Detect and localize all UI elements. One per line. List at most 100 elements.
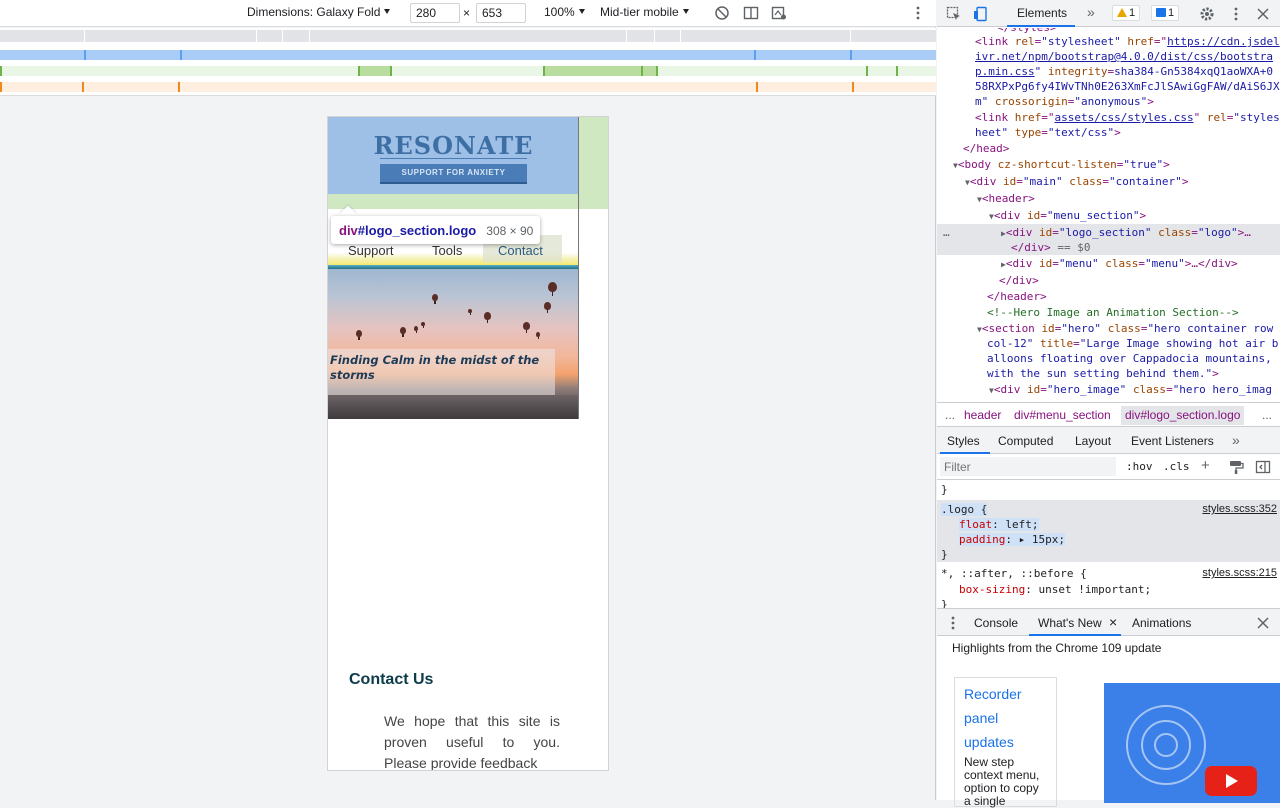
more-options-icon[interactable] [910,5,926,21]
breadcrumb-item[interactable]: div#menu_section [1014,408,1111,422]
more-tabs-chevron[interactable]: » [1232,432,1240,448]
dom-line-logo-section[interactable]: ▶<div id="logo_section" class="logo">… [1001,225,1251,241]
feature-card-description: New step context menu, option to copy a … [964,755,1040,808]
feature-card[interactable]: Recorder panel updates New step context … [954,677,1057,808]
height-input[interactable]: 653 [476,3,526,23]
dom-line: </div> == $0 [1011,241,1091,254]
dom-line-main[interactable]: ▼<div id="main" class="container"> [965,174,1188,190]
dom-line-head-close[interactable]: </head> [963,141,1009,156]
tooltip-tag: div [339,223,358,238]
close-devtools-icon[interactable] [1255,6,1271,22]
tab-computed[interactable]: Computed [998,434,1053,448]
settings-gear-icon[interactable] [1199,6,1215,22]
logo-section[interactable]: RESONATE SUPPORT FOR ANXIETY [328,117,579,209]
warnings-badge[interactable]: 1 [1112,5,1141,21]
dom-line-link-bootstrap[interactable]: <link rel="stylesheet" href="https://cdn… [975,34,1280,49]
breadcrumb-item-selected[interactable]: div#logo_section.logo [1121,406,1245,425]
dom-line-link-styles[interactable]: <link href="assets/css/styles.css" rel="… [975,110,1280,125]
breadcrumb-item[interactable]: header [964,408,1001,422]
hero-rocks [328,395,579,419]
decorative-ring [1154,733,1178,757]
menu-item-support[interactable]: Support [348,243,394,258]
tab-elements[interactable]: Elements [1017,6,1067,20]
breadcrumb-item[interactable]: ... [945,408,955,422]
messages-badge[interactable]: 1 [1151,5,1180,21]
dom-line-body[interactable]: ▼<body cz-shortcut-listen="true"> [953,157,1170,173]
media-query-row-gray[interactable] [0,30,936,42]
tab-styles[interactable]: Styles [947,434,980,448]
device-toolbar-icon[interactable] [973,6,989,22]
dom-line-hero-image[interactable]: ▼<div id="hero_image" class="hero hero_i… [989,382,1272,398]
inspect-element-icon[interactable] [946,6,962,22]
dom-line-menu-section[interactable]: ▼<div id="menu_section"> [989,208,1146,224]
logo-title: RESONATE [373,131,534,160]
youtube-play-icon[interactable] [1205,766,1257,796]
paint-roller-icon[interactable] [1228,459,1244,475]
rule-box-sizing-declaration[interactable]: box-sizing: unset !important; [959,582,1151,597]
whats-new-heading: Highlights from the Chrome 109 update [952,641,1162,655]
zoom-dropdown[interactable]: 100% [544,5,585,19]
rule-logo-selector[interactable]: .logo { [941,502,988,517]
dom-line-header-close[interactable]: </header> [987,289,1047,304]
tab-animations[interactable]: Animations [1132,616,1191,630]
dimensions-dropdown[interactable]: Dimensions: Galaxy Fold [247,5,391,19]
sidebar-toggle-icon[interactable] [1255,459,1271,475]
dom-line-ellipsis[interactable]: … [943,225,950,240]
throttle-dropdown[interactable]: Mid-tier mobile [600,5,689,19]
rule-universal-source-link[interactable]: styles.scss:215 [1202,566,1277,581]
styles-filter-input[interactable] [940,457,1116,476]
more-tabs-chevron[interactable]: » [1087,4,1095,20]
media-query-row-blue[interactable] [0,50,936,60]
tab-console[interactable]: Console [974,616,1018,630]
dom-line-hero[interactable]: ▼<section id="hero" class="hero containe… [977,321,1273,337]
close-drawer-icon[interactable] [1255,615,1271,631]
dom-line: heet" type="text/css"> [975,126,1121,139]
dom-line: alloons floating over Cappadocia mountai… [987,352,1272,365]
dom-line[interactable]: </div> [999,273,1039,288]
breadcrumb: ... header div#menu_section div#logo_sec… [937,402,1280,426]
dom-line-header[interactable]: ▼<header> [977,191,1035,207]
dom-line: m" crossorigin="anonymous"> [975,95,1154,108]
customize-menu-icon[interactable] [1228,6,1244,22]
dom-line: with the sun setting behind them."> [987,367,1219,380]
rule-padding-declaration[interactable]: padding: ▸ 15px; [959,532,1065,547]
balloon-icon [400,327,406,337]
close-whats-new-icon[interactable]: × [1109,614,1117,630]
rotate-icon[interactable] [714,5,730,21]
rule-universal-selector[interactable]: *, ::after, ::before { [941,566,1087,581]
balloon-icon [432,294,438,304]
new-rule-button[interactable]: + [1201,457,1210,474]
tab-whats-new[interactable]: What's New [1038,616,1102,630]
width-input[interactable]: 280 [410,3,460,23]
menu-item-contact[interactable]: Contact [498,243,543,258]
logo-divider [380,158,527,159]
inspect-guide-line [578,117,579,419]
dual-screen-icon[interactable] [743,5,759,21]
css-rules: } .logo { styles.scss:352 float: left; p… [937,480,1280,608]
balloon-icon [484,312,491,324]
rule-logo-source-link[interactable]: styles.scss:352 [1202,502,1277,517]
device-posture-icon[interactable] [771,5,787,21]
rule-close-brace: } [941,483,948,496]
cls-toggle[interactable]: .cls [1163,460,1190,473]
dom-line: 58RXPxPg6fy4IWvTNh0E263XmFcJlSAwiGgFAW/d… [975,80,1280,93]
breadcrumb-item[interactable]: ... [1262,408,1272,422]
dom-line-comment[interactable]: <!--Hero Image an Animation Section--> [987,305,1239,320]
warning-icon [1117,8,1127,17]
tab-layout[interactable]: Layout [1075,434,1111,448]
video-thumbnail[interactable] [1104,683,1280,803]
balloon-icon [544,302,551,314]
drawer-menu-icon[interactable] [945,615,961,631]
feature-card-title[interactable]: Recorder panel updates [964,682,1047,754]
media-query-row-green[interactable] [0,66,936,76]
devtools-tabbar: Elements » 1 1 [937,0,1280,27]
rule-float-declaration[interactable]: float: left; [959,517,1039,532]
dom-line-menu[interactable]: ▶<div id="menu" class="menu">…</div> [1001,256,1238,272]
logo-subtitle: SUPPORT FOR ANXIETY [380,164,527,184]
media-query-row-orange[interactable] [0,82,936,92]
message-icon [1156,8,1166,17]
tab-event-listeners[interactable]: Event Listeners [1131,434,1214,448]
hov-toggle[interactable]: :hov [1126,460,1153,473]
menu-item-tools[interactable]: Tools [432,243,462,258]
tooltip-size: 308 × 90 [486,224,534,238]
